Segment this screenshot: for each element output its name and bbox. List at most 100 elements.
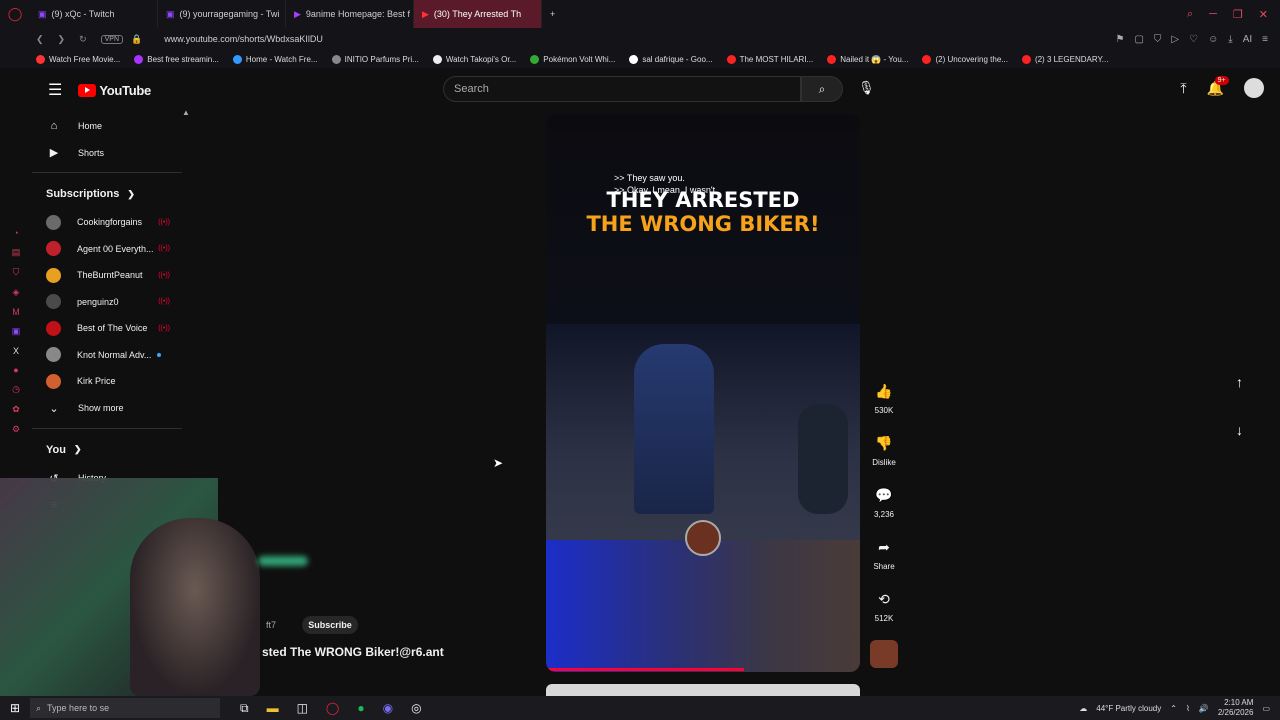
- file-explorer-icon[interactable]: ▬: [267, 701, 279, 716]
- remix-button[interactable]: ⟲ 512K: [866, 588, 902, 640]
- forward-icon[interactable]: ❯: [58, 34, 66, 45]
- profile-icon[interactable]: ☺: [1208, 34, 1218, 45]
- tab-xqc[interactable]: ▣ (9) xQc - Twitch: [30, 0, 158, 28]
- subscription-item[interactable]: Cookingforgains ((•)): [32, 209, 182, 236]
- weather-text[interactable]: 44°F Partly cloudy: [1096, 704, 1161, 713]
- tab-youtube-active[interactable]: ▶ (30) They Arrested Th: [414, 0, 542, 28]
- shorts-video-player[interactable]: >> They saw you. >> Okay, I mean, I wasn'…: [546, 114, 860, 672]
- wallet-icon[interactable]: ▤: [12, 247, 21, 258]
- subscription-item[interactable]: Best of The Voice ((•)): [32, 315, 182, 342]
- notifications-icon[interactable]: 🔔 9+: [1207, 75, 1229, 97]
- twitch-icon[interactable]: ▣: [12, 326, 21, 337]
- extensions-icon[interactable]: ✿: [12, 404, 20, 415]
- new-tab-button[interactable]: +: [542, 0, 562, 28]
- windows-start-icon[interactable]: ⊞: [0, 701, 30, 715]
- bookmark-item[interactable]: (2) Uncovering the...: [922, 54, 1008, 64]
- shield-icon[interactable]: ⛉: [13, 267, 20, 278]
- chevron-up-icon[interactable]: ⌃: [1170, 704, 1177, 713]
- bookmark-item[interactable]: Nailed it 😱 - You...: [827, 54, 908, 64]
- video-title[interactable]: sted The WRONG Biker!@r6.ant: [262, 645, 444, 659]
- minimize-icon[interactable]: ─: [1209, 8, 1217, 21]
- scroll-up-arrow-icon[interactable]: ▲: [182, 108, 190, 117]
- next-short-preview[interactable]: [546, 684, 860, 696]
- microphone-icon[interactable]: 🎙: [858, 80, 875, 96]
- clock-icon[interactable]: ◷: [12, 384, 20, 395]
- maximize-icon[interactable]: ❐: [1233, 8, 1243, 21]
- share-button[interactable]: ➦ Share: [866, 536, 902, 588]
- x-icon[interactable]: X: [13, 346, 19, 356]
- network-icon[interactable]: ⌇: [1186, 704, 1190, 713]
- sidebar-item-home[interactable]: ⌂ Home: [32, 112, 182, 139]
- bookmark-item[interactable]: Home - Watch Fre...: [232, 54, 318, 64]
- shorts-icon: ▶: [49, 147, 59, 159]
- search-input[interactable]: Search: [443, 76, 801, 102]
- download-icon[interactable]: ⤓: [1228, 34, 1232, 45]
- bookmark-item[interactable]: Watch Free Movie...: [36, 54, 120, 64]
- bookmark-icon[interactable]: ⚑: [1115, 34, 1124, 45]
- subscription-item[interactable]: TheBurntPeanut ((•)): [32, 262, 182, 289]
- bookmark-item[interactable]: sal dafrique - Goo...: [629, 54, 713, 64]
- bookmark-item[interactable]: Best free streamin...: [134, 54, 219, 64]
- back-icon[interactable]: ❮: [36, 34, 44, 45]
- task-view-icon[interactable]: ⧉: [240, 701, 249, 716]
- subscribe-button[interactable]: Subscribe: [302, 616, 358, 634]
- channel-avatar: [46, 241, 61, 257]
- music-icon[interactable]: ●: [13, 365, 18, 375]
- comments-button[interactable]: 💬 3,236: [866, 484, 902, 536]
- bookmark-item[interactable]: Watch Takopi's Or...: [432, 54, 516, 64]
- volume-icon[interactable]: 🔊: [1199, 704, 1209, 713]
- bookmark-item[interactable]: INITIO Parfums Pri...: [331, 54, 419, 64]
- channel-handle[interactable]: ft7: [266, 620, 276, 630]
- bookmark-item[interactable]: Pokémon Volt Whi...: [530, 54, 615, 64]
- show-more-button[interactable]: ⌄ Show more: [32, 395, 182, 422]
- hamburger-menu-icon[interactable]: ☰: [48, 80, 62, 100]
- video-progress-bar[interactable]: [546, 668, 744, 671]
- subscriptions-heading[interactable]: Subscriptions ❯: [32, 179, 182, 209]
- ai-icon[interactable]: AI: [1243, 34, 1252, 45]
- close-icon[interactable]: ✕: [1259, 8, 1268, 21]
- shield-icon[interactable]: ⛉: [1154, 34, 1162, 45]
- next-short-arrow-icon[interactable]: ↓: [1236, 422, 1243, 438]
- subscription-item[interactable]: penguinz0 ((•)): [32, 289, 182, 316]
- youtube-logo[interactable]: YouTube: [78, 83, 151, 98]
- mail-icon[interactable]: M: [12, 307, 20, 317]
- you-heading[interactable]: You ❯: [32, 435, 182, 465]
- dislike-button[interactable]: 👎 Dislike: [866, 432, 902, 484]
- tab-9anime[interactable]: ▶ 9anime Homepage: Best f: [286, 0, 414, 28]
- menu-icon[interactable]: ≡: [1262, 34, 1268, 45]
- opera-menu-icon[interactable]: ◯: [0, 6, 30, 22]
- upload-icon[interactable]: ⤒: [1180, 80, 1186, 97]
- tab-yourragegaming[interactable]: ▣ (9) yourragegaming - Twi: [158, 0, 286, 28]
- sidebar-item-shorts[interactable]: ▶ Shorts: [32, 139, 182, 166]
- clock[interactable]: 2:10 AM 2/26/2026: [1218, 698, 1254, 718]
- channel-avatar[interactable]: [870, 640, 898, 668]
- opera-icon[interactable]: ◯: [326, 701, 339, 716]
- store-icon[interactable]: ◫: [297, 701, 308, 716]
- spotify-icon[interactable]: ●: [357, 701, 364, 716]
- url-field[interactable]: www.youtube.com/shorts/WbdxsaKIlDU: [164, 34, 323, 44]
- search-tabs-icon[interactable]: ⌕: [1187, 8, 1193, 21]
- avatar[interactable]: [1244, 78, 1264, 98]
- bookmark-item[interactable]: (2) 3 LEGENDARY...: [1021, 54, 1108, 64]
- discord-icon[interactable]: ◉: [383, 701, 393, 716]
- notifications-center-icon[interactable]: ▭: [1262, 704, 1270, 713]
- vpn-badge[interactable]: VPN: [100, 34, 124, 44]
- heart-icon[interactable]: ♡: [1189, 34, 1198, 45]
- chrome-icon[interactable]: ◎: [411, 701, 421, 716]
- live-icon: ((•)): [158, 218, 170, 226]
- subscription-item[interactable]: Knot Normal Adv...: [32, 342, 182, 369]
- like-button[interactable]: 👍 530K: [866, 380, 902, 432]
- subscription-item[interactable]: Agent 00 Everyth... ((•)): [32, 236, 182, 263]
- previous-short-arrow-icon[interactable]: ↑: [1236, 374, 1243, 390]
- search-button[interactable]: ⌕: [801, 76, 843, 102]
- settings-icon[interactable]: ⚙: [12, 424, 20, 435]
- reload-icon[interactable]: ↻: [79, 34, 87, 45]
- taskbar-search[interactable]: ⌕ Type here to se: [30, 698, 220, 718]
- subscription-item[interactable]: Kirk Price: [32, 368, 182, 395]
- bookmark-item[interactable]: The MOST HILARI...: [726, 54, 813, 64]
- tab-label: (30) They Arrested Th: [433, 9, 522, 19]
- player-icon[interactable]: ▷: [1171, 34, 1179, 45]
- history-icon[interactable]: ◔: [13, 228, 18, 238]
- snapshot-icon[interactable]: ▢: [1134, 34, 1143, 45]
- gaming-icon[interactable]: ◈: [13, 287, 20, 298]
